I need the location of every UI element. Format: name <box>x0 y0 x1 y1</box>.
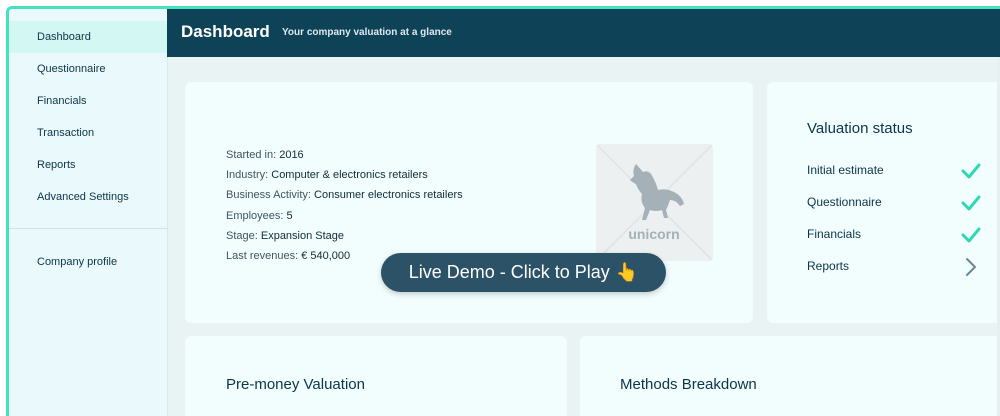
check-icon <box>961 195 981 211</box>
company-logo: unicorn <box>596 144 713 261</box>
info-employees: Employees: 5 <box>226 210 293 222</box>
check-icon <box>961 227 981 243</box>
pointing-hand-icon: 👆 <box>615 262 639 282</box>
valuation-status-card: Valuation status Initial estimate Questi… <box>767 82 1000 323</box>
status-reports[interactable]: Reports <box>807 259 849 273</box>
premoney-valuation-card: Pre-money Valuation <box>185 336 567 416</box>
sidebar: Dashboard Questionnaire Financials Trans… <box>9 9 168 416</box>
unicorn-logo-icon: unicorn <box>596 144 713 261</box>
chevron-right-icon[interactable] <box>960 256 982 278</box>
check-icon <box>961 163 981 179</box>
live-demo-label: Live Demo - Click to Play <box>408 262 610 282</box>
info-last-revenues: Last revenues: € 540,000 <box>226 250 351 262</box>
sidebar-item-company-profile[interactable]: Company profile <box>9 246 167 278</box>
app-frame: Dashboard Questionnaire Financials Trans… <box>6 6 1000 416</box>
sidebar-divider <box>9 228 167 229</box>
info-industry: Industry: Computer & electronics retaile… <box>226 169 428 181</box>
page-title: Dashboard <box>181 22 270 41</box>
info-stage: Stage: Expansion Stage <box>226 230 345 242</box>
premoney-title: Pre-money Valuation <box>226 376 365 393</box>
info-business-activity: Business Activity: Consumer electronics … <box>226 189 463 201</box>
page-subtitle: Your company valuation at a glance <box>282 27 452 38</box>
status-initial-estimate[interactable]: Initial estimate <box>807 163 884 177</box>
valuation-status-title: Valuation status <box>807 120 913 137</box>
sidebar-item-dashboard[interactable]: Dashboard <box>9 21 167 53</box>
info-started: Started in: 2016 <box>226 149 304 161</box>
status-questionnaire[interactable]: Questionnaire <box>807 195 882 209</box>
status-financials[interactable]: Financials <box>807 227 861 241</box>
methods-title: Methods Breakdown <box>620 376 757 393</box>
live-demo-button[interactable]: Live Demo - Click to Play 👆 <box>381 253 666 292</box>
sidebar-item-advanced-settings[interactable]: Advanced Settings <box>9 181 167 213</box>
sidebar-item-reports[interactable]: Reports <box>9 149 167 181</box>
sidebar-item-questionnaire[interactable]: Questionnaire <box>9 53 167 85</box>
svg-text:unicorn: unicorn <box>628 226 679 242</box>
methods-breakdown-card: Methods Breakdown <box>580 336 1000 416</box>
sidebar-item-transaction[interactable]: Transaction <box>9 117 167 149</box>
sidebar-item-financials[interactable]: Financials <box>9 85 167 117</box>
top-header: Dashboard Your company valuation at a gl… <box>167 9 1000 57</box>
